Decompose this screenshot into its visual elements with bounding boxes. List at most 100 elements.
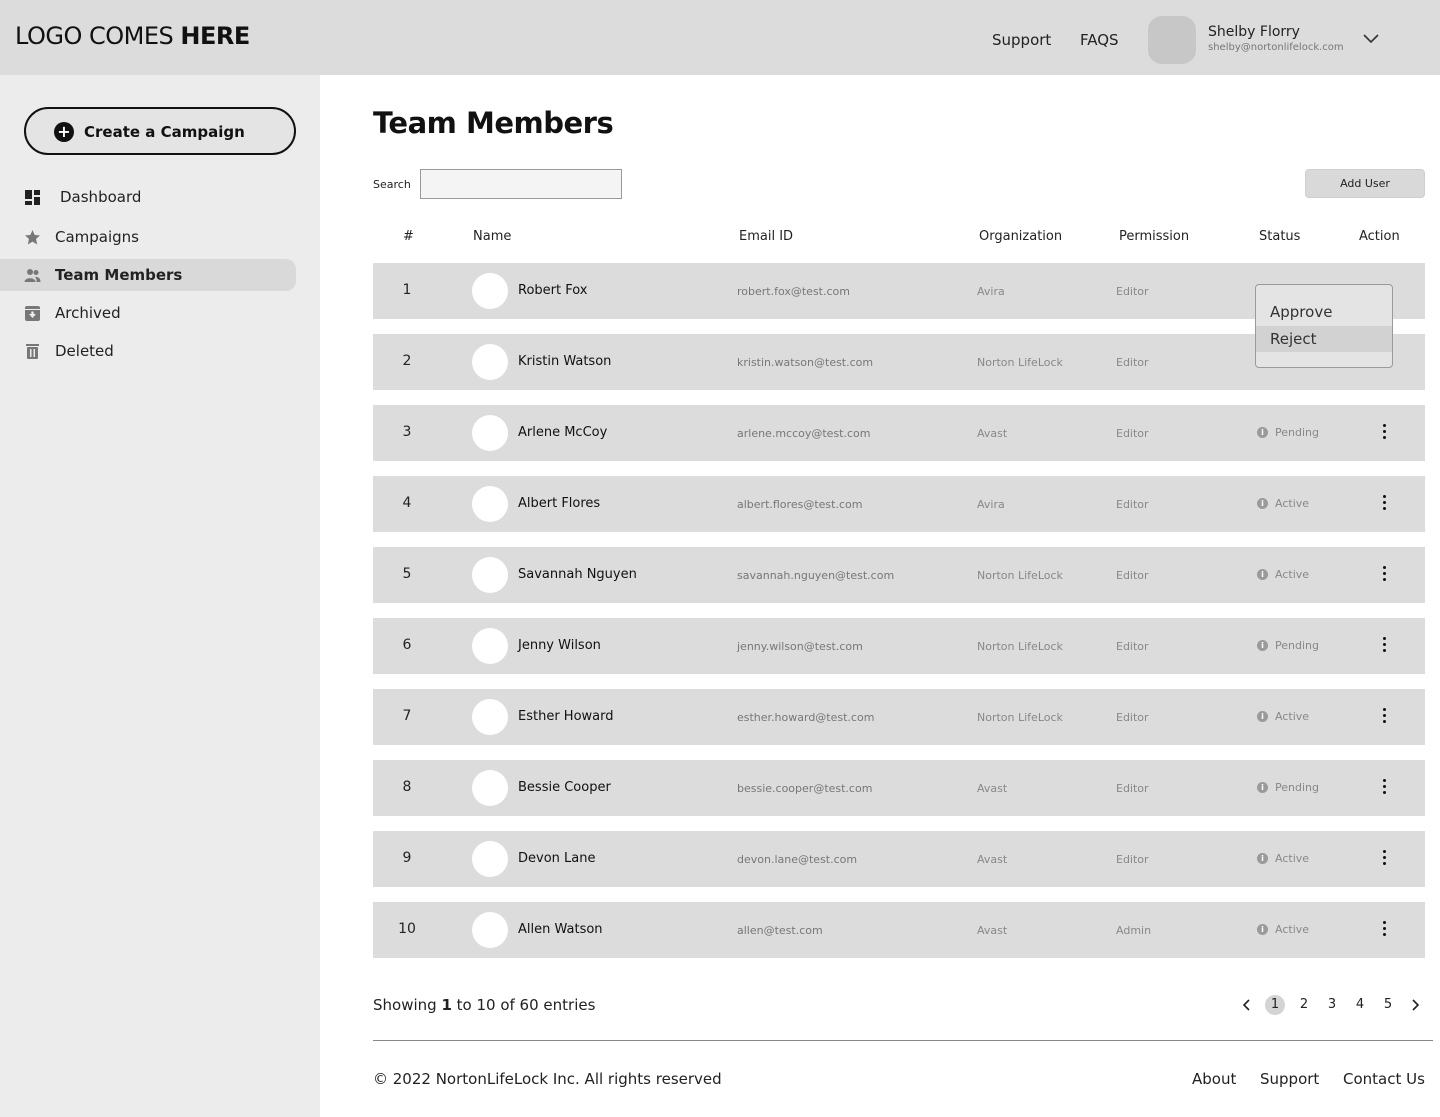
info-icon: i (1257, 782, 1268, 793)
column-header-email: Email ID (739, 229, 794, 244)
info-icon: i (1257, 853, 1268, 864)
more-vertical-icon[interactable] (1377, 563, 1391, 587)
summary-prefix: Showing (373, 996, 442, 1014)
member-permission: Admin (1116, 924, 1152, 937)
reject-menu-item[interactable]: Reject (1256, 326, 1392, 352)
member-organization: Avira (977, 285, 1005, 298)
avatar (472, 699, 508, 735)
dashboard-icon (25, 190, 40, 205)
member-email: allen@test.com (737, 924, 823, 937)
column-header-permission: Permission (1119, 229, 1190, 244)
more-vertical-icon[interactable] (1377, 847, 1391, 871)
row-number: 5 (402, 566, 412, 582)
sidebar-item-label: Dashboard (60, 188, 142, 206)
approve-menu-item[interactable]: Approve (1256, 299, 1392, 325)
avatar (472, 273, 508, 309)
info-icon: i (1257, 711, 1268, 722)
member-name: Kristin Watson (518, 354, 612, 369)
page-4-button[interactable]: 4 (1350, 995, 1370, 1015)
page-2-button[interactable]: 2 (1294, 995, 1314, 1015)
contact-us-link[interactable]: Contact Us (1343, 1070, 1425, 1088)
status-badge: Active (1275, 923, 1310, 936)
member-permission: Editor (1116, 640, 1149, 653)
logo-text: LOGO COMES (15, 22, 181, 50)
chevron-right-icon[interactable] (1410, 999, 1420, 1011)
avatar (472, 912, 508, 948)
summary-start: 1 (441, 996, 452, 1014)
avatar (472, 841, 508, 877)
member-email: jenny.wilson@test.com (737, 640, 863, 653)
more-vertical-icon[interactable] (1377, 634, 1391, 658)
member-organization: Avast (977, 427, 1008, 440)
copyright-text: © 2022 NortonLifeLock Inc. All rights re… (373, 1070, 722, 1088)
row-number: 8 (402, 779, 412, 795)
summary-suffix: to 10 of 60 entries (451, 996, 596, 1014)
table-row: 6 Jenny Wilson jenny.wilson@test.com Nor… (373, 618, 1425, 674)
sidebar-item-campaigns[interactable]: Campaigns (0, 221, 296, 253)
avatar (472, 344, 508, 380)
member-organization: Avast (977, 853, 1008, 866)
sidebar-item-deleted[interactable]: Deleted (0, 335, 296, 367)
create-campaign-label: Create a Campaign (84, 123, 245, 141)
about-link[interactable]: About (1192, 1070, 1236, 1088)
member-email: albert.flores@test.com (737, 498, 863, 511)
member-organization: Avast (977, 782, 1008, 795)
support-link[interactable]: Support (992, 31, 1051, 49)
column-header-status: Status (1259, 229, 1301, 244)
more-vertical-icon[interactable] (1377, 421, 1391, 445)
member-organization: Norton LifeLock (977, 711, 1063, 724)
star-icon (25, 230, 40, 245)
chevron-down-icon[interactable] (1362, 32, 1380, 44)
row-number: 3 (402, 424, 412, 440)
sidebar-item-label: Team Members (55, 266, 183, 284)
table-row: 9 Devon Lane devon.lane@test.com Avast E… (373, 831, 1425, 887)
more-vertical-icon[interactable] (1377, 492, 1391, 516)
member-permission: Editor (1116, 427, 1149, 440)
sidebar-item-archived[interactable]: Archived (0, 297, 296, 329)
search-label: Search (373, 178, 411, 191)
member-email: arlene.mccoy@test.com (737, 427, 871, 440)
member-organization: Norton LifeLock (977, 356, 1063, 369)
status-badge: Pending (1275, 781, 1319, 794)
add-user-button[interactable]: Add User (1305, 169, 1425, 198)
footer-support-link[interactable]: Support (1260, 1070, 1319, 1088)
page-3-button[interactable]: 3 (1322, 995, 1342, 1015)
column-header-name: Name (473, 229, 512, 244)
more-vertical-icon[interactable] (1377, 776, 1391, 800)
user-avatar[interactable] (1148, 16, 1196, 64)
member-name: Albert Flores (518, 496, 601, 511)
more-vertical-icon[interactable] (1377, 705, 1391, 729)
member-permission: Editor (1116, 711, 1149, 724)
chevron-left-icon[interactable] (1242, 999, 1252, 1011)
create-campaign-button[interactable]: + Create a Campaign (24, 107, 296, 155)
row-number: 7 (402, 708, 412, 724)
page-1-button[interactable]: 1 (1265, 995, 1285, 1015)
table-row: 3 Arlene McCoy arlene.mccoy@test.com Ava… (373, 405, 1425, 461)
member-name: Jenny Wilson (518, 638, 601, 653)
search-input[interactable] (420, 169, 622, 199)
page-5-button[interactable]: 5 (1378, 995, 1398, 1015)
faqs-link[interactable]: FAQS (1080, 31, 1119, 49)
member-name: Savannah Nguyen (518, 567, 637, 582)
member-name: Esther Howard (518, 709, 614, 724)
member-organization: Norton LifeLock (977, 569, 1063, 582)
top-header: LOGO COMES HERE Support FAQS Shelby Flor… (0, 0, 1440, 75)
action-menu: Approve Reject (1255, 284, 1393, 368)
info-icon: i (1257, 498, 1268, 509)
logo[interactable]: LOGO COMES HERE (15, 22, 250, 50)
status-badge: Active (1275, 852, 1310, 865)
member-name: Arlene McCoy (518, 425, 608, 440)
member-permission: Editor (1116, 782, 1149, 795)
row-number: 2 (402, 353, 412, 369)
more-vertical-icon[interactable] (1377, 918, 1391, 942)
column-header-organization: Organization (979, 229, 1063, 244)
member-permission: Editor (1116, 569, 1149, 582)
avatar (472, 415, 508, 451)
trash-icon (26, 344, 39, 359)
sidebar-item-dashboard[interactable]: Dashboard (0, 181, 296, 213)
sidebar-item-team-members[interactable]: Team Members (0, 259, 296, 291)
sidebar-item-label: Deleted (55, 342, 114, 360)
table-row: 5 Savannah Nguyen savannah.nguyen@test.c… (373, 547, 1425, 603)
avatar (472, 557, 508, 593)
table-row: 10 Allen Watson allen@test.com Avast Adm… (373, 902, 1425, 958)
